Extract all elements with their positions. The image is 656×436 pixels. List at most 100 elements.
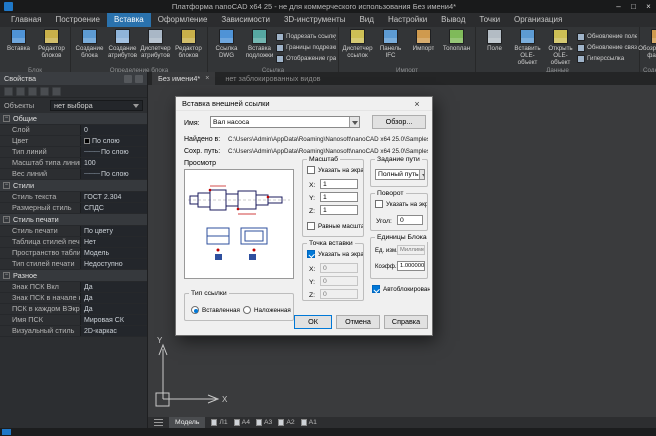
sheet-tab[interactable]: А2 bbox=[275, 417, 297, 428]
ok-button[interactable]: ОК bbox=[294, 315, 332, 329]
ref-type-radio[interactable]: Наложенная bbox=[243, 306, 291, 314]
dialog-titlebar[interactable]: Вставка внешней ссылки × bbox=[176, 97, 432, 111]
collapse-icon[interactable]: − bbox=[3, 182, 10, 189]
help-button[interactable]: Справка bbox=[384, 315, 428, 329]
document-tab[interactable]: Без имени4* × bbox=[152, 72, 215, 85]
sheet-menu-icon[interactable] bbox=[154, 422, 163, 423]
property-row[interactable]: Размерный стильСПДС bbox=[0, 203, 147, 214]
select-objects-icon[interactable] bbox=[16, 87, 25, 96]
quick-select-icon[interactable] bbox=[4, 87, 13, 96]
property-row[interactable]: Тип стилей печатиНедоступно bbox=[0, 259, 147, 270]
ribbon-button[interactable]: Создание атрибутов bbox=[106, 29, 139, 66]
rotation-specify-checkbox[interactable] bbox=[375, 200, 383, 208]
ribbon-tab[interactable]: Вид bbox=[352, 13, 380, 27]
chevron-down-icon[interactable] bbox=[419, 170, 425, 179]
property-row[interactable]: Стиль печатиПо цвету bbox=[0, 226, 147, 237]
minimize-button[interactable]: – bbox=[611, 0, 626, 13]
ribbon-button[interactable]: Поле bbox=[478, 29, 511, 66]
properties-section[interactable]: −Разное bbox=[0, 270, 147, 282]
ribbon-small-button[interactable]: Обновление полей bbox=[577, 31, 637, 42]
property-row[interactable]: ПСК в каждом ВЭкранеДа bbox=[0, 304, 147, 315]
ribbon-tab[interactable]: Вставка bbox=[107, 13, 151, 27]
property-row[interactable]: Масштаб типа линий100 bbox=[0, 158, 147, 169]
drawing-canvas[interactable]: Y X Вставка внешней ссылки × Имя: Вал на… bbox=[148, 85, 656, 417]
ribbon-button[interactable]: Обозреватель файлов bbox=[642, 29, 656, 66]
panel-pin-icon[interactable] bbox=[124, 75, 132, 83]
collapse-icon[interactable]: − bbox=[3, 272, 10, 279]
ribbon-tab[interactable]: Зависимости bbox=[214, 13, 277, 27]
scale-specify-checkbox[interactable] bbox=[307, 166, 315, 174]
ribbon-tab[interactable]: Точки bbox=[472, 13, 507, 27]
dialog-close-icon[interactable]: × bbox=[408, 99, 426, 109]
ribbon-tab[interactable]: Главная bbox=[4, 13, 48, 27]
factor-input[interactable]: 1.000000 bbox=[397, 261, 425, 271]
ribbon-tab[interactable]: Оформление bbox=[151, 13, 215, 27]
browse-button[interactable]: Обзор... bbox=[372, 115, 426, 129]
collapse-icon[interactable]: − bbox=[3, 216, 10, 223]
toggle-pickadd-icon[interactable] bbox=[28, 87, 37, 96]
ribbon-small-button[interactable]: Подрезать ссылку bbox=[276, 31, 336, 42]
panel-close-icon[interactable] bbox=[135, 75, 143, 83]
tab-close-icon[interactable]: × bbox=[205, 75, 209, 82]
ribbon-button[interactable]: Диспетчер атрибутов bbox=[139, 29, 172, 66]
model-tab[interactable]: Модель bbox=[169, 417, 205, 428]
ref-type-radio[interactable]: Вставленная bbox=[191, 306, 240, 314]
insertion-specify-checkbox[interactable] bbox=[307, 250, 315, 258]
copy-properties-icon[interactable] bbox=[40, 87, 49, 96]
ribbon-button[interactable]: Вставка подложки bbox=[243, 29, 276, 66]
collapse-icon[interactable]: − bbox=[3, 115, 10, 122]
scale-y-input[interactable]: 1 bbox=[320, 192, 358, 202]
sheet-tab[interactable]: Л1 bbox=[208, 417, 230, 428]
ribbon-button[interactable]: Вставить OLE-объект bbox=[511, 29, 544, 66]
property-row[interactable]: Стиль текстаГОСТ 2.304 bbox=[0, 192, 147, 203]
ribbon-button[interactable]: Редактор блоков bbox=[35, 29, 68, 66]
properties-section[interactable]: −Общие bbox=[0, 113, 147, 125]
chevron-down-icon[interactable] bbox=[349, 117, 359, 127]
sheet-tab[interactable]: А3 bbox=[253, 417, 275, 428]
ribbon-button[interactable]: Ссылка DWG bbox=[210, 29, 243, 66]
ribbon-button[interactable]: Редактор блоков bbox=[172, 29, 205, 66]
properties-section[interactable]: −Стиль печати bbox=[0, 214, 147, 226]
cancel-button[interactable]: Отмена bbox=[336, 315, 380, 329]
scale-z-input[interactable]: 1 bbox=[320, 205, 358, 215]
insertion-y-input[interactable]: 0 bbox=[320, 276, 358, 286]
name-combobox[interactable]: Вал насоса bbox=[210, 116, 360, 128]
maximize-button[interactable]: □ bbox=[626, 0, 641, 13]
ribbon-button[interactable]: Открыть OLE-объект bbox=[544, 29, 577, 66]
properties-section[interactable]: −Стили bbox=[0, 180, 147, 192]
property-row[interactable]: ЦветПо слою bbox=[0, 136, 147, 147]
ribbon-small-button[interactable]: Гиперссылка bbox=[577, 53, 637, 64]
ribbon-button[interactable]: Панель IFC bbox=[374, 29, 407, 66]
ribbon-button[interactable]: Вставка bbox=[2, 29, 35, 66]
ribbon-button[interactable]: Создание блока bbox=[73, 29, 106, 66]
property-row[interactable]: Визуальный стиль2D-каркас bbox=[0, 326, 147, 337]
property-row[interactable]: Тип линий———По слою bbox=[0, 147, 147, 158]
path-type-dropdown[interactable]: Полный путь bbox=[375, 169, 425, 180]
ribbon-tab[interactable]: 3D-инструменты bbox=[277, 13, 353, 27]
ribbon-button[interactable]: Импорт bbox=[407, 29, 440, 66]
insertion-x-input[interactable]: 0 bbox=[320, 263, 358, 273]
property-row[interactable]: Таблица стилей печатиНет bbox=[0, 237, 147, 248]
ribbon-tab[interactable]: Настройки bbox=[381, 13, 434, 27]
property-row[interactable]: Слой0 bbox=[0, 125, 147, 136]
ribbon-tab[interactable]: Построение bbox=[48, 13, 107, 27]
ribbon-tab[interactable]: Организация bbox=[507, 13, 569, 27]
property-row[interactable]: Пространство табли...Модель bbox=[0, 248, 147, 259]
ribbon-small-button[interactable]: Границы подрезки bbox=[276, 42, 336, 53]
autolock-checkbox[interactable] bbox=[372, 285, 380, 293]
ribbon-tab[interactable]: Вывод bbox=[434, 13, 472, 27]
sheet-tab[interactable]: А4 bbox=[231, 417, 253, 428]
insertion-z-input[interactable]: 0 bbox=[320, 289, 358, 299]
sheet-tab[interactable]: А1 bbox=[298, 417, 320, 428]
property-row[interactable]: Вес линий———По слою bbox=[0, 169, 147, 180]
ribbon-button[interactable]: Диспетчер ссылок bbox=[341, 29, 374, 66]
close-button[interactable]: × bbox=[641, 0, 656, 13]
angle-input[interactable]: 0 bbox=[397, 215, 423, 225]
scale-x-input[interactable]: 1 bbox=[320, 179, 358, 189]
property-row[interactable]: Знак ПСК ВклДа bbox=[0, 282, 147, 293]
property-row[interactable]: Имя ПСКМировая СК bbox=[0, 315, 147, 326]
objects-dropdown[interactable]: нет выбора bbox=[50, 100, 143, 111]
settings-icon[interactable] bbox=[52, 87, 61, 96]
equal-scales-checkbox[interactable] bbox=[307, 222, 315, 230]
ribbon-button[interactable]: Топоплан bbox=[440, 29, 473, 66]
